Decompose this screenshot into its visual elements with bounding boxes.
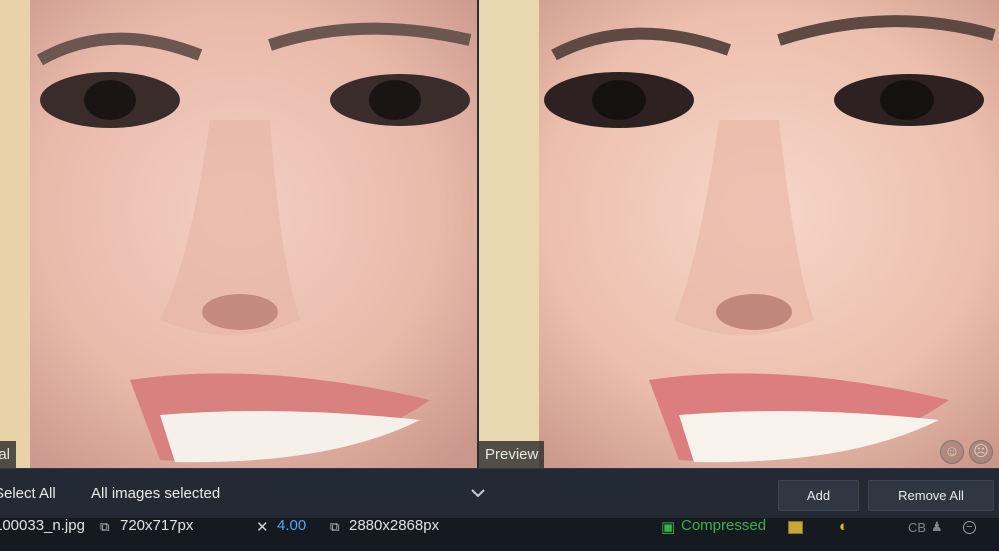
add-button[interactable]: Add	[778, 480, 859, 511]
color-balance-icon[interactable]: ◐	[839, 518, 848, 535]
preview-image-pane[interactable]: Preview ☺ ☹	[479, 0, 999, 468]
face-neutral-icon[interactable]: ☹	[969, 440, 993, 464]
select-all-button[interactable]: Select All	[0, 485, 56, 502]
file-name: L00033_n.jpg	[0, 517, 85, 534]
file-list-row[interactable]: L00033_n.jpg ⧉ 720x717px ✕ 4.00 ⧉ 2880x2…	[0, 517, 999, 551]
thumbnail-icon[interactable]	[788, 521, 803, 534]
selection-status: All images selected	[91, 485, 221, 502]
preview-image	[479, 0, 999, 468]
status-text: Compressed	[681, 517, 767, 534]
original-size-icon: ⧉	[100, 519, 110, 534]
remove-item-icon[interactable]: −	[963, 521, 976, 534]
output-size: 2880x2868px	[349, 517, 440, 534]
face-toggle-group: ☺ ☹	[940, 440, 993, 464]
compressed-status-icon: ▣	[661, 519, 676, 536]
chevron-down-icon[interactable]	[470, 485, 486, 501]
preview-label: Preview	[479, 441, 545, 468]
cb-label[interactable]: CB	[908, 520, 926, 535]
original-image	[0, 0, 477, 468]
person-icon[interactable]: ♟	[931, 519, 943, 535]
output-size-icon: ⧉	[330, 519, 340, 534]
scale-value[interactable]: 4.00	[277, 517, 306, 534]
original-image-pane[interactable]: nal	[0, 0, 477, 468]
remove-all-button[interactable]: Remove All	[868, 480, 994, 511]
original-label: nal	[0, 441, 17, 468]
image-toolbar: Select All All images selected Add Remov…	[0, 468, 999, 519]
face-smile-icon[interactable]: ☺	[940, 440, 964, 464]
original-size: 720x717px	[120, 517, 194, 534]
scale-icon: ✕	[256, 519, 269, 536]
